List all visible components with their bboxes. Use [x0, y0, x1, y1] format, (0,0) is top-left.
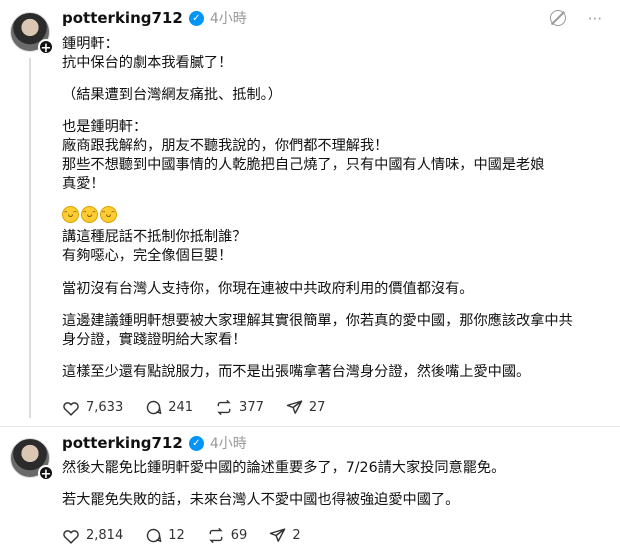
comment-button[interactable]: 241: [145, 399, 193, 416]
avatar[interactable]: +: [10, 12, 54, 56]
repost-count: 69: [230, 528, 248, 543]
thread-line: [29, 58, 31, 418]
like-count: 7,633: [86, 400, 124, 415]
share-count: 2: [292, 528, 301, 543]
post-text-line: 然後大罷免比鍾明軒愛中國的論述重要多了，7/26請大家投同意罷免。: [62, 460, 506, 476]
post-text-line: 也是鍾明軒：: [62, 119, 148, 135]
follow-plus-icon[interactable]: +: [38, 39, 54, 56]
grinning-face-icon: ᵔᴗᵔ: [81, 206, 98, 223]
comment-icon: [147, 400, 162, 415]
post-text-line: （結果遭到台灣網友痛批、抵制。）: [62, 87, 282, 103]
post-text-line: 當初沒有台灣人支持你，你現在連被中共政府利用的價值都沒有。: [62, 281, 474, 297]
avatar[interactable]: +: [10, 438, 54, 482]
share-button[interactable]: 27: [286, 399, 326, 416]
grinning-face-icon: ᵔᴗᵔ: [62, 206, 79, 223]
heart-icon: [63, 401, 79, 416]
repost-button[interactable]: 377: [215, 399, 264, 416]
send-icon: [270, 528, 286, 542]
post-text-line: 若大罷免失敗的話，未來台灣人不愛中國也得被強迫愛中國了。: [62, 492, 460, 508]
like-button[interactable]: 7,633: [62, 400, 123, 416]
repost-count: 377: [239, 400, 264, 415]
post-text-line: 身分證，實踐證明給大家看！: [62, 332, 247, 348]
post-divider: [0, 426, 620, 427]
comment-count: 12: [168, 528, 185, 543]
grinning-face-icon: ᵔᴗᵔ: [100, 206, 117, 223]
post-text-line: 有夠噁心，完全像個巨嬰！: [62, 248, 233, 264]
like-count: 2,814: [86, 528, 124, 543]
comment-icon: [147, 528, 162, 543]
post-text-line: 那些不想聽到中國事情的人乾脆把自己燒了，只有中國有人情味，中國是老娘: [62, 157, 545, 173]
header-actions: ···: [549, 10, 602, 28]
follow-plus-icon[interactable]: +: [38, 465, 54, 482]
circle-slash-icon[interactable]: [549, 10, 566, 26]
post-time: 4小時: [209, 11, 247, 27]
post-header: potterking712 ✓ 4小時: [62, 433, 247, 453]
post-text-line: 這邊建議鍾明軒想要被大家理解其實很簡單，你若真的愛中國，那你應該改拿中共: [62, 313, 573, 329]
repost-icon: [209, 527, 223, 544]
comment-count: 241: [168, 400, 194, 415]
post-time: 4小時: [209, 436, 247, 452]
share-count: 27: [308, 400, 326, 415]
post-actions: 7,633 241 377 27: [62, 399, 325, 416]
post-text-line: 鍾明軒：: [62, 36, 119, 52]
share-button[interactable]: 2: [269, 527, 301, 544]
post-header: potterking712 ✓ 4小時: [62, 8, 247, 28]
post-actions: 2,814 12 69 2: [62, 527, 301, 544]
verified-badge-icon: ✓: [188, 10, 204, 26]
heart-icon: [63, 529, 79, 544]
comment-button[interactable]: 12: [145, 527, 185, 544]
username[interactable]: potterking712: [62, 9, 183, 27]
emoji-row: ᵔᴗᵔ ᵔᴗᵔ ᵔᴗᵔ: [62, 206, 117, 223]
post-text-line: 這樣至少還有點說服力，而不是出張嘴拿著台灣身分證，然後嘴上愛中國。: [62, 364, 531, 380]
more-icon[interactable]: ···: [588, 10, 602, 28]
post-text-line: 真愛！: [62, 176, 105, 192]
post-text-line: 抗中保台的劇本我看膩了！: [62, 55, 233, 71]
repost-icon: [217, 399, 231, 416]
like-button[interactable]: 2,814: [62, 528, 123, 544]
verified-badge-icon: ✓: [188, 435, 204, 451]
send-icon: [286, 400, 303, 414]
post-text-line: 講這種屁話不抵制你抵制誰？: [62, 229, 247, 245]
repost-button[interactable]: 69: [207, 527, 248, 544]
post-text-line: 廠商跟我解約，朋友不聽我說的，你們都不理解我！: [62, 138, 389, 154]
username[interactable]: potterking712: [62, 434, 183, 452]
